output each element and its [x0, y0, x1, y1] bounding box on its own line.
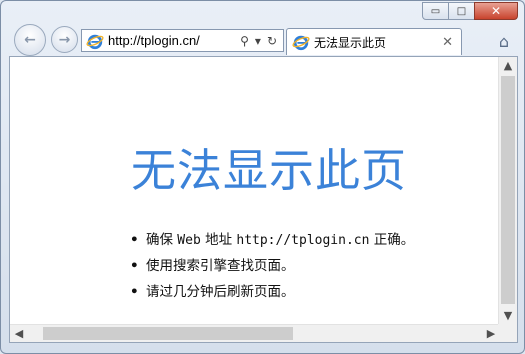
maximize-icon: □ [456, 5, 467, 17]
item-text: 确保 [146, 232, 178, 248]
page-title: 无法显示此页 [131, 144, 408, 197]
suggestion-list: • 确保 Web 地址 http://tplogin.cn 正确。 • 使用搜索引擎… [130, 227, 414, 305]
item-url: http://tplogin.cn [236, 233, 370, 248]
maximize-button[interactable]: □ [448, 2, 475, 20]
close-tab-icon[interactable]: ✕ [442, 35, 453, 50]
back-button[interactable]: ← [14, 24, 46, 56]
scroll-down-icon[interactable]: ▼ [499, 307, 517, 325]
bullet: • [130, 284, 139, 300]
dropdown-icon[interactable]: ▾ [255, 34, 261, 48]
item-text: 地址 [200, 232, 237, 248]
list-item: • 确保 Web 地址 http://tplogin.cn 正确。 [130, 227, 414, 253]
horizontal-scroll-thumb[interactable] [43, 327, 293, 340]
minimize-button[interactable]: ▭ [422, 2, 449, 20]
address-tools: ⚲ ▾ ↻ [240, 34, 277, 48]
ie-logo-icon [86, 34, 104, 49]
close-icon: ✕ [490, 4, 502, 18]
list-item: • 使用搜索引擎查找页面。 [130, 253, 414, 279]
item-text: 请过几分钟后刷新页面。 [146, 284, 295, 300]
home-icon[interactable]: ⌂ [494, 32, 514, 52]
tab-active[interactable]: 无法显示此页 ✕ [286, 28, 462, 55]
browser-window: ▭ □ ✕ ← → http://tplogin.cn/ ⚲ ▾ ↻ 无法显示此… [0, 0, 525, 354]
address-bar[interactable]: http://tplogin.cn/ ⚲ ▾ ↻ [81, 29, 284, 52]
item-text: 使用搜索引擎查找页面。 [146, 258, 295, 274]
page-content: 无法显示此页 • 确保 Web 地址 http://tplogin.cn 正确。 … [9, 56, 518, 343]
refresh-icon[interactable]: ↻ [267, 34, 277, 48]
bullet: • [130, 232, 139, 248]
search-icon[interactable]: ⚲ [240, 34, 249, 48]
window-controls: ▭ □ ✕ [422, 2, 518, 20]
minimize-icon: ▭ [430, 5, 441, 17]
arrow-left-icon: ← [24, 32, 36, 48]
close-window-button[interactable]: ✕ [474, 2, 518, 20]
item-text-web: Web [177, 233, 201, 248]
horizontal-scrollbar[interactable]: ◀ ▶ [10, 324, 500, 342]
url-text[interactable]: http://tplogin.cn/ [108, 33, 240, 48]
tab-title: 无法显示此页 [314, 35, 387, 50]
bullet: • [130, 258, 139, 274]
forward-button[interactable]: → [51, 26, 78, 53]
arrow-right-icon: → [58, 31, 71, 48]
scroll-corner [498, 324, 517, 342]
vertical-scroll-thumb[interactable] [501, 76, 515, 304]
ie-logo-icon [292, 35, 310, 51]
vertical-scrollbar[interactable]: ▲ ▼ [498, 57, 517, 325]
scroll-left-icon[interactable]: ◀ [10, 325, 28, 343]
list-item: • 请过几分钟后刷新页面。 [130, 279, 414, 305]
item-text: 正确。 [369, 232, 415, 248]
scroll-up-icon[interactable]: ▲ [499, 57, 517, 75]
